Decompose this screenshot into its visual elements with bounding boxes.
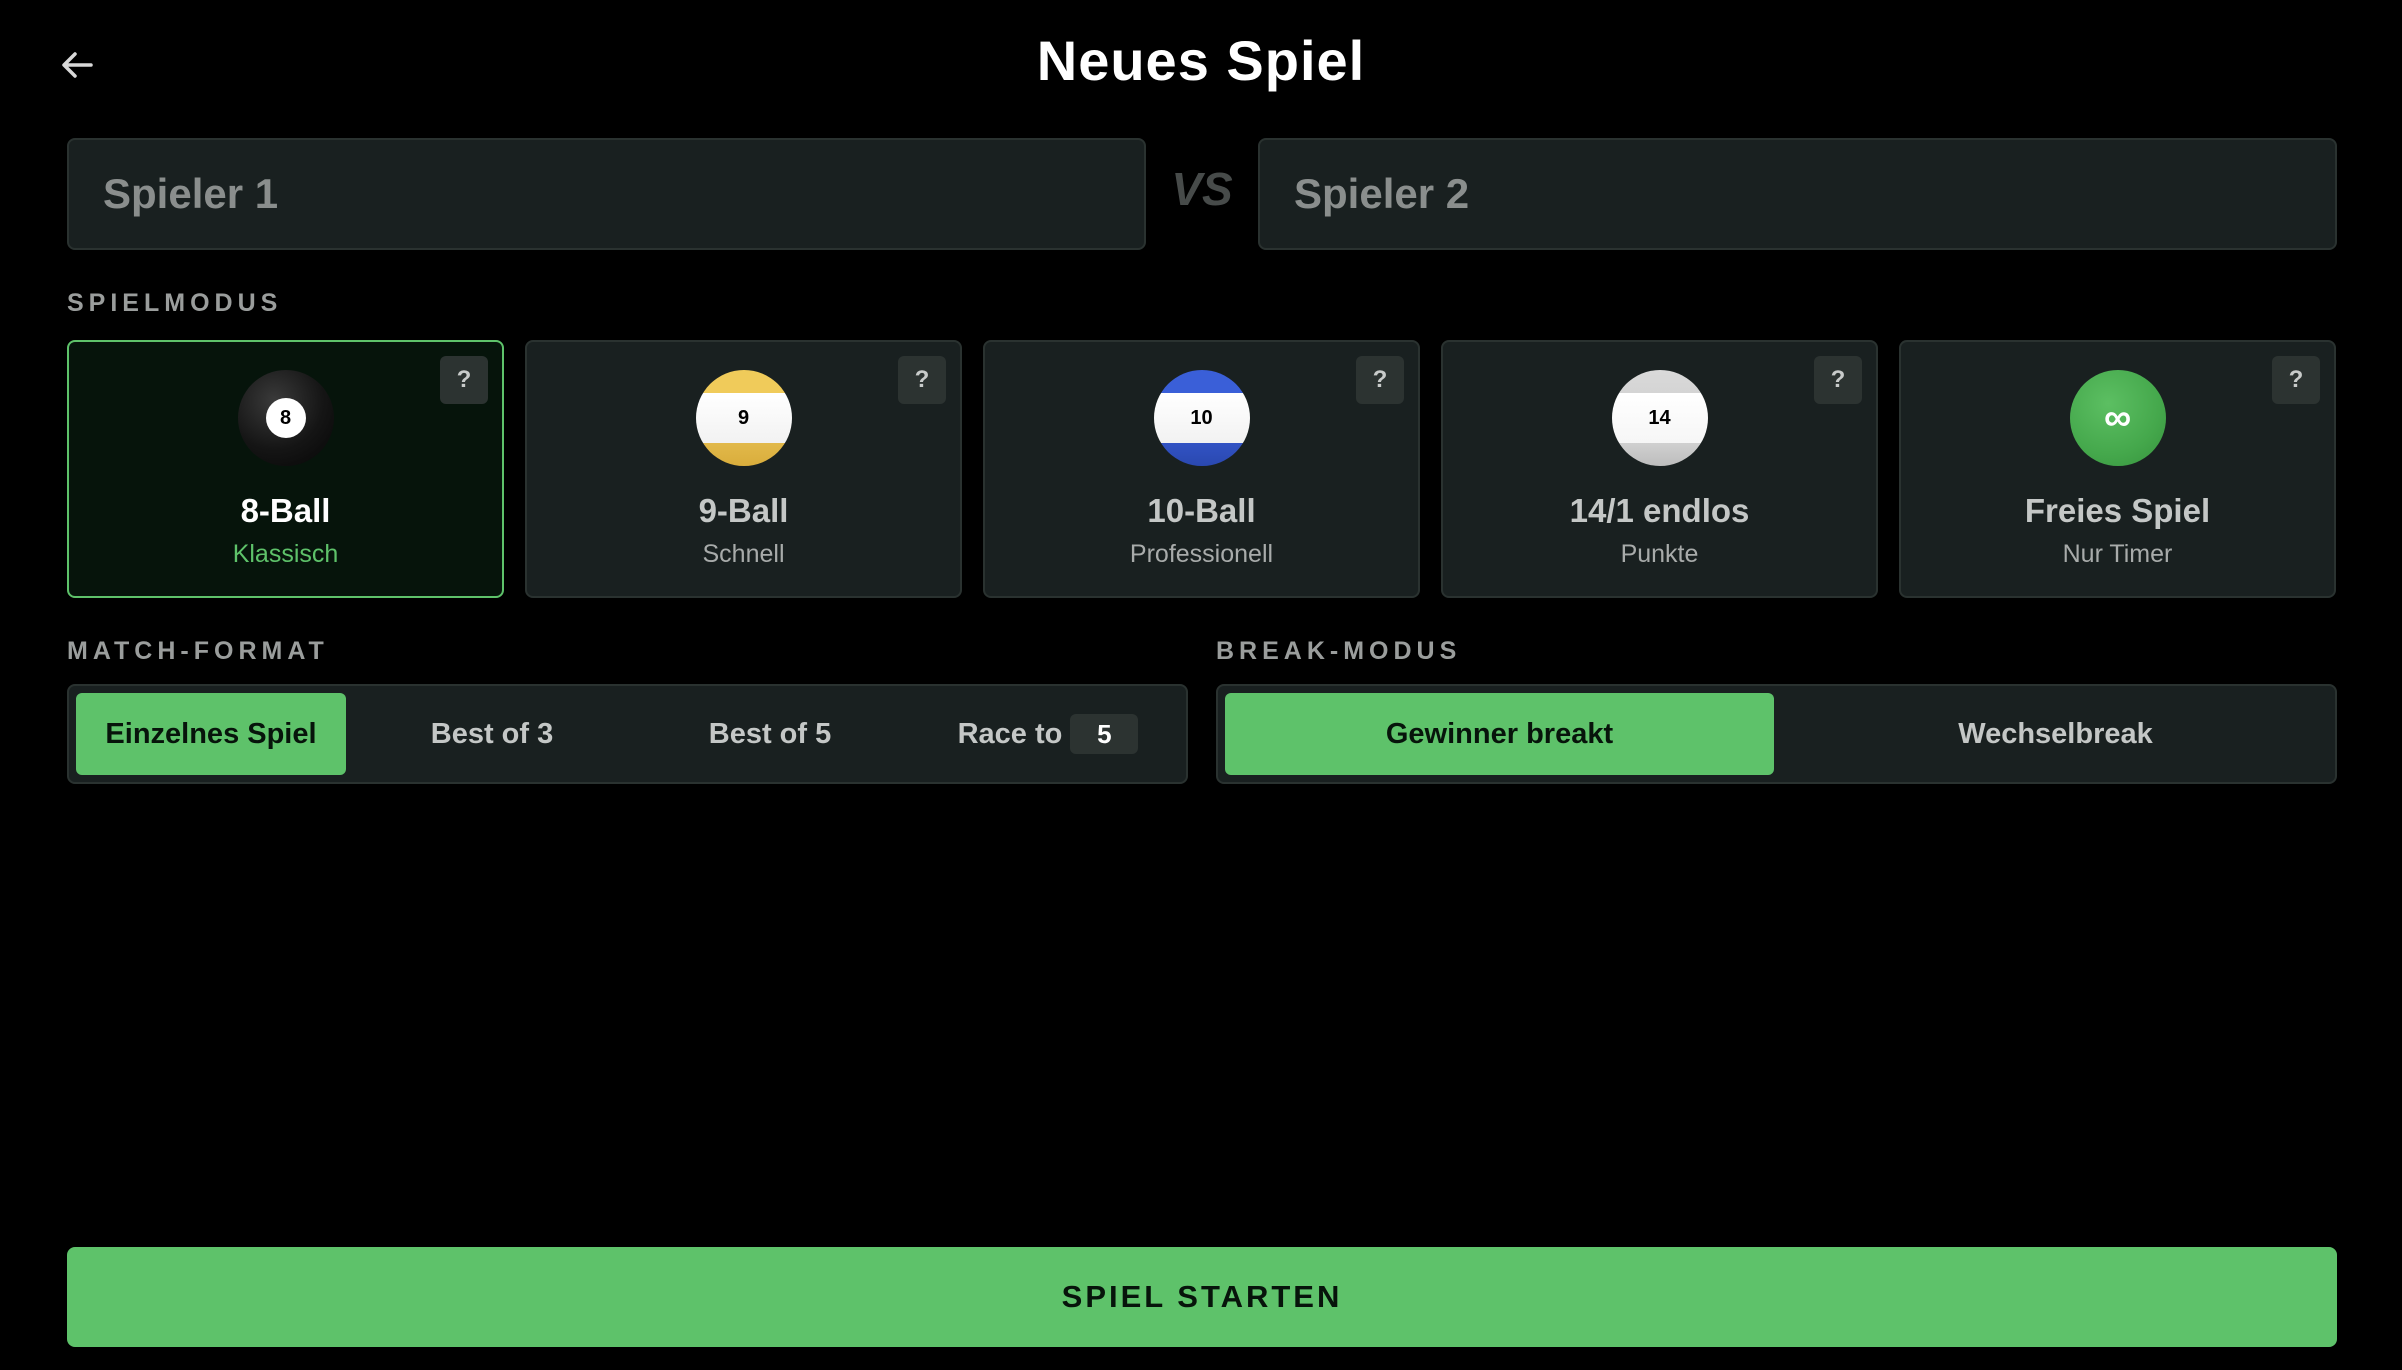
mode-name: 10-Ball [1147,492,1256,529]
vs-label: VS [1171,163,1233,215]
break-mode-label: BREAK-MODUS [1216,637,1462,665]
mode-card-9-ball[interactable]: ? 9 9-Ball Schnell [525,340,962,598]
break-option-winner-breaks[interactable]: Gewinner breakt [1225,693,1774,775]
game-mode-label: SPIELMODUS [67,289,283,317]
mode-subtitle: Punkte [1620,540,1699,568]
mode-name: 14/1 endlos [1569,492,1750,529]
match-format-selector: Einzelnes Spiel Best of 3 Best of 5 Race… [67,684,1188,784]
ball-number: 9 [737,406,750,429]
ball-number: 14 [1648,406,1671,429]
break-option-label: Wechselbreak [1958,717,2153,750]
break-option-label: Gewinner breakt [1385,717,1614,750]
help-button[interactable]: ? [2272,356,2320,404]
8-ball-icon: 8 [237,370,334,466]
infinity-icon: ∞ [2069,370,2166,466]
break-mode-selector: Gewinner breakt Wechselbreak [1216,684,2337,784]
start-game-button[interactable]: SPIEL STARTEN [67,1247,2337,1347]
mode-card-freies-spiel[interactable]: ? ∞ Freies Spiel Nur Timer [1899,340,2336,598]
mode-name: Freies Spiel [2024,492,2211,529]
format-option-single[interactable]: Einzelnes Spiel [76,693,346,775]
mode-subtitle: Nur Timer [2062,540,2173,568]
format-option-label: Einzelnes Spiel [105,717,317,750]
help-button[interactable]: ? [898,356,946,404]
ball-number: 10 [1190,406,1213,429]
break-option-alternating[interactable]: Wechselbreak [1781,693,2330,775]
format-option-label: Race to [957,717,1063,750]
race-to-value[interactable]: 5 [1070,714,1139,754]
match-format-label: MATCH-FORMAT [67,637,329,665]
format-option-label: Best of 5 [708,717,832,750]
14-ball-icon: 14 [1611,370,1708,466]
mode-card-14-1-endlos[interactable]: ? 14 14/1 endlos Punkte [1441,340,1878,598]
mode-card-10-ball[interactable]: ? 10 10-Ball Professionell [983,340,1420,598]
9-ball-icon: 9 [695,370,792,466]
mode-subtitle: Professionell [1129,540,1274,568]
page-title: Neues Spiel [1036,29,1366,92]
format-option-best-of-5[interactable]: Best of 5 [635,693,905,775]
ball-number: ∞ [2103,396,2132,439]
player1-input[interactable] [67,138,1146,250]
mode-card-8-ball[interactable]: ? 8 8-Ball Klassisch [67,340,504,598]
help-button[interactable]: ? [1356,356,1404,404]
mode-subtitle: Schnell [702,540,785,568]
mode-name: 8-Ball [240,492,331,529]
mode-name: 9-Ball [698,492,789,529]
format-option-best-of-3[interactable]: Best of 3 [357,693,627,775]
help-button[interactable]: ? [1814,356,1862,404]
10-ball-icon: 10 [1153,370,1250,466]
mode-subtitle: Klassisch [232,540,339,568]
ball-number: 8 [265,398,306,438]
format-option-race-to[interactable]: Race to 5 [913,693,1183,775]
help-button[interactable]: ? [440,356,488,404]
format-option-label: Best of 3 [430,717,554,750]
player2-input[interactable] [1258,138,2337,250]
